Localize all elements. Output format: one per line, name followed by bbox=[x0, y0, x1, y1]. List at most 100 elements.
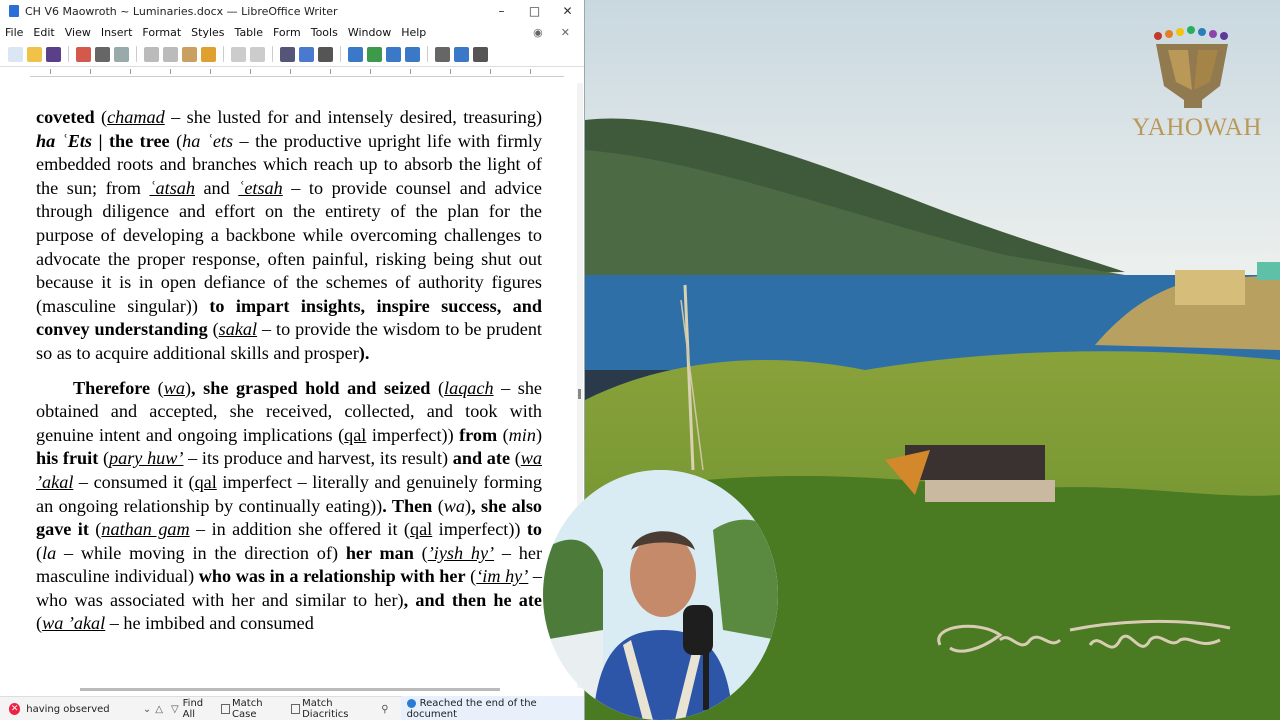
title-bar: CH V6 Maowroth ~ Luminaries.docx — Libre… bbox=[0, 0, 584, 22]
text-run: ha ʿEts bbox=[36, 130, 92, 151]
text-run: sakal bbox=[218, 319, 258, 340]
text-run: – she lusted for and intensely desired, … bbox=[164, 107, 543, 127]
close-findbar-icon[interactable]: ✕ bbox=[9, 703, 21, 715]
text-run: – while moving in the direction of) bbox=[56, 542, 346, 563]
page-break-icon[interactable] bbox=[435, 46, 450, 62]
text-run: – in addition she offered it ( bbox=[189, 519, 410, 540]
menu-table[interactable]: Table bbox=[235, 26, 263, 39]
new-doc-icon[interactable] bbox=[8, 46, 23, 62]
minimize-button[interactable]: – bbox=[485, 4, 518, 18]
text-run: Therefore bbox=[73, 377, 151, 398]
copy-icon[interactable] bbox=[163, 46, 178, 62]
paste-icon[interactable] bbox=[182, 46, 197, 62]
horizontal-scrollbar[interactable] bbox=[80, 688, 500, 691]
print-preview-icon[interactable] bbox=[114, 46, 129, 62]
menu-window[interactable]: Window bbox=[348, 26, 391, 39]
insert-table-icon[interactable] bbox=[348, 46, 363, 62]
find-status-text: Reached the end of the document bbox=[406, 698, 537, 720]
close-button[interactable]: ✕ bbox=[551, 4, 584, 18]
clone-format-icon[interactable] bbox=[201, 46, 216, 62]
separator bbox=[136, 46, 137, 62]
text-run: ( bbox=[88, 519, 102, 540]
text-run: – he imbibed and consumed bbox=[105, 613, 314, 634]
text-run: ( bbox=[98, 448, 110, 469]
separator bbox=[68, 46, 69, 62]
horizontal-ruler bbox=[30, 67, 564, 77]
paragraph-therefore[interactable]: Therefore (wa), she grasped hold and sei… bbox=[36, 377, 542, 637]
text-run: ) bbox=[535, 424, 542, 445]
standard-toolbar bbox=[0, 42, 584, 67]
text-run: – consumed it ( bbox=[73, 471, 195, 492]
text-run: chamad bbox=[107, 107, 165, 127]
maximize-button[interactable]: □ bbox=[518, 4, 551, 18]
find-dropdown-icon[interactable]: ⌄ bbox=[143, 704, 151, 715]
find-replace-icon[interactable] bbox=[280, 46, 295, 62]
text-run: wa ’akal bbox=[42, 613, 106, 634]
writer-window: CH V6 Maowroth ~ Luminaries.docx — Libre… bbox=[0, 0, 585, 720]
menu-bar: File Edit View Insert Format Styles Tabl… bbox=[0, 22, 584, 42]
save-icon[interactable] bbox=[46, 46, 61, 62]
print-icon[interactable] bbox=[95, 46, 110, 62]
text-run: pary huw’ bbox=[109, 448, 184, 469]
find-previous-icon[interactable]: △ bbox=[155, 704, 163, 715]
find-next-icon[interactable]: ▽ bbox=[171, 704, 179, 715]
window-title: CH V6 Maowroth ~ Luminaries.docx — Libre… bbox=[25, 4, 338, 18]
text-run: ( bbox=[207, 319, 219, 340]
text-run: coveted bbox=[36, 107, 95, 127]
text-run: ha ʿets bbox=[182, 130, 234, 151]
cut-icon[interactable] bbox=[144, 46, 159, 62]
text-run: – its produce and harvest, its result) bbox=[183, 448, 453, 469]
match-case-label: Match Case bbox=[232, 698, 263, 720]
text-run: to bbox=[526, 519, 543, 540]
separator bbox=[340, 46, 341, 62]
menu-edit[interactable]: Edit bbox=[33, 26, 54, 39]
text-run: ’iysh hy’ bbox=[427, 542, 495, 563]
text-run: who was in a relationship with her bbox=[198, 566, 466, 587]
insert-textbox-icon[interactable] bbox=[405, 46, 420, 62]
menu-view[interactable]: View bbox=[65, 26, 91, 39]
text-run: qal bbox=[194, 471, 217, 492]
menu-help[interactable]: Help bbox=[401, 26, 426, 39]
text-run: min bbox=[508, 424, 536, 445]
menu-insert[interactable]: Insert bbox=[101, 26, 133, 39]
text-run: wa bbox=[443, 495, 465, 516]
insert-chart-icon[interactable] bbox=[386, 46, 401, 62]
open-icon[interactable] bbox=[27, 46, 42, 62]
find-toolbar: ✕ having observed ⌄ △ ▽ Find All Match C… bbox=[0, 696, 584, 720]
close-doc-icon[interactable]: ✕ bbox=[561, 26, 570, 39]
globe-icon[interactable]: ◉ bbox=[533, 26, 543, 39]
text-run: ). bbox=[358, 342, 370, 363]
document-page[interactable]: coveted (chamad – she lusted for and int… bbox=[0, 83, 578, 688]
document-text[interactable]: coveted (chamad – she lusted for and int… bbox=[36, 106, 542, 636]
find-input-value: having observed bbox=[26, 703, 110, 715]
text-run: his fruit bbox=[36, 448, 99, 469]
scrollbar-thumb[interactable] bbox=[578, 389, 581, 399]
text-run: ( bbox=[497, 424, 509, 445]
export-pdf-icon[interactable] bbox=[76, 46, 91, 62]
logo-text: YAHOWAH bbox=[1132, 114, 1262, 141]
text-run: ( bbox=[413, 542, 428, 563]
insert-image-icon[interactable] bbox=[367, 46, 382, 62]
text-run: la bbox=[42, 542, 57, 563]
find-all-button[interactable]: Find All bbox=[183, 698, 217, 720]
text-run: qal bbox=[344, 424, 367, 445]
match-case-checkbox[interactable] bbox=[220, 704, 231, 714]
text-run: imperfect)) bbox=[366, 424, 460, 445]
find-replace-dialog-icon[interactable]: ⚲ bbox=[381, 704, 388, 715]
menu-format[interactable]: Format bbox=[142, 26, 181, 39]
menu-styles[interactable]: Styles bbox=[191, 26, 224, 39]
special-character-icon[interactable] bbox=[473, 46, 488, 62]
find-input[interactable]: having observed bbox=[26, 701, 139, 717]
formatting-marks-icon[interactable] bbox=[318, 46, 333, 62]
spelling-icon[interactable] bbox=[299, 46, 314, 62]
redo-icon[interactable] bbox=[250, 46, 265, 62]
text-run: ( bbox=[94, 107, 108, 127]
menu-form[interactable]: Form bbox=[273, 26, 301, 39]
undo-icon[interactable] bbox=[231, 46, 246, 62]
signature-graphic bbox=[937, 619, 1231, 653]
paragraph-coveted[interactable]: coveted (chamad – she lusted for and int… bbox=[36, 106, 542, 366]
match-diacritics-checkbox[interactable] bbox=[290, 704, 301, 714]
menu-tools[interactable]: Tools bbox=[311, 26, 338, 39]
insert-field-icon[interactable] bbox=[454, 46, 469, 62]
menu-file[interactable]: File bbox=[5, 26, 23, 39]
